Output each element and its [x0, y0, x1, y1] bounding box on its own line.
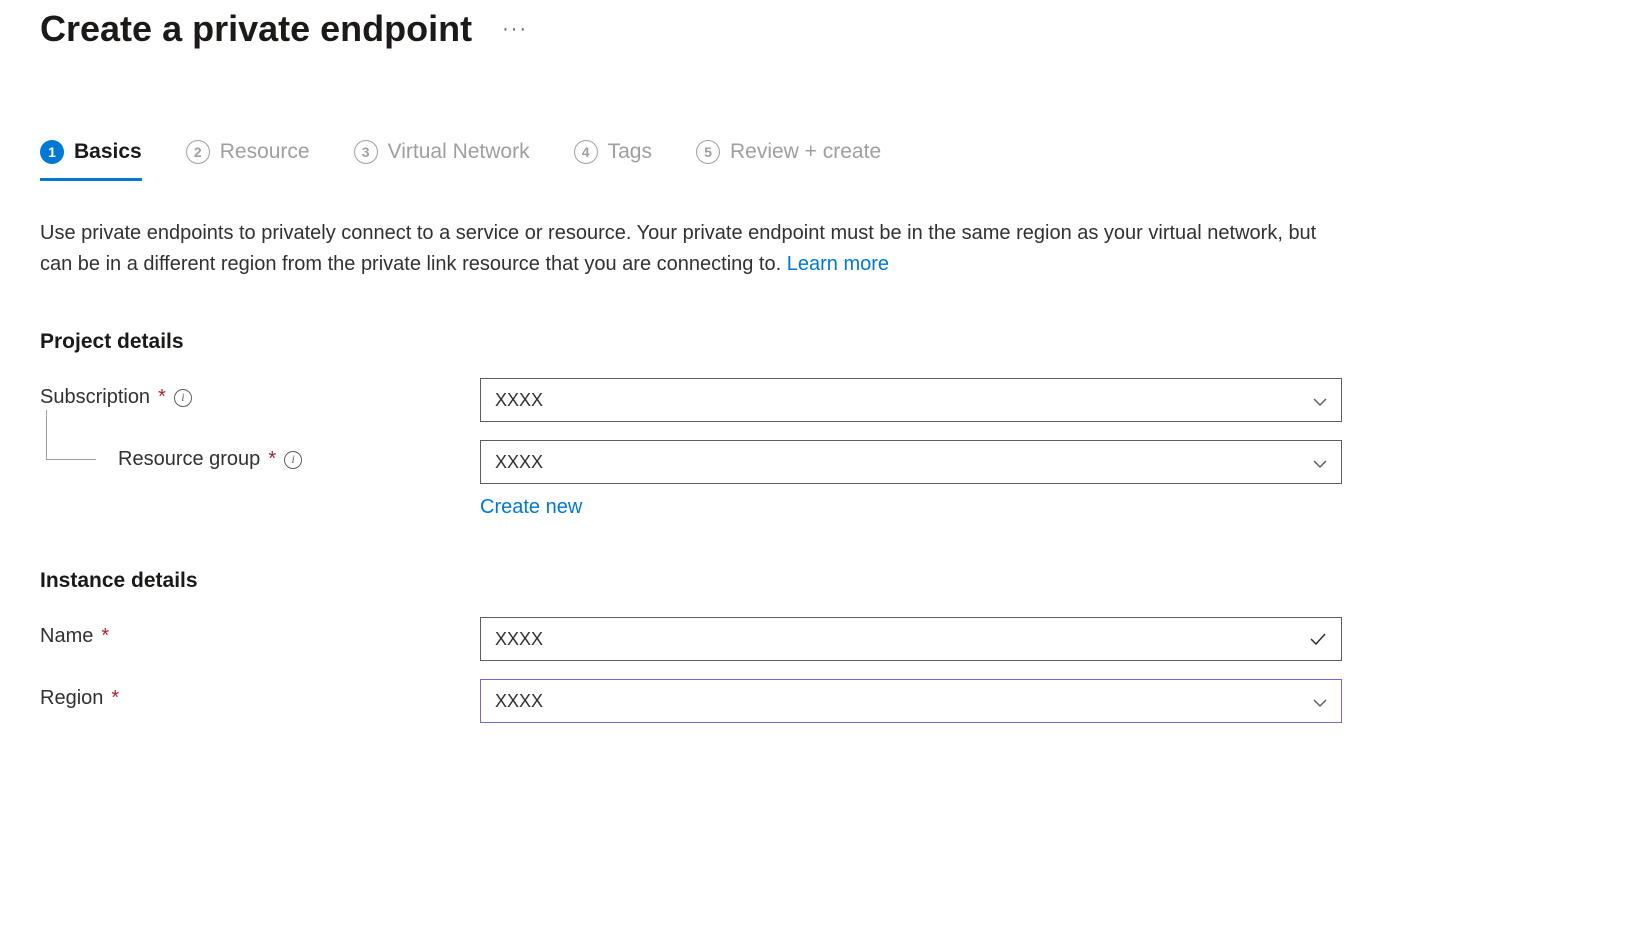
description-text: Use private endpoints to privately conne… — [40, 222, 1316, 275]
region-dropdown[interactable]: XXXX — [480, 679, 1342, 723]
label-text-resource-group: Resource group — [118, 448, 260, 471]
section-title-project-details: Project details — [40, 330, 1608, 354]
tab-virtual-network[interactable]: 3 Virtual Network — [354, 140, 530, 181]
check-icon — [1309, 630, 1327, 648]
page-title: Create a private endpoint — [40, 8, 472, 50]
create-new-resource-group-link[interactable]: Create new — [480, 496, 582, 519]
required-asterisk: * — [111, 687, 119, 710]
tab-label-tags: Tags — [608, 140, 652, 164]
resource-group-dropdown[interactable]: XXXX — [480, 440, 1342, 484]
label-text-region: Region — [40, 687, 103, 710]
label-text-subscription: Subscription — [40, 386, 150, 409]
tab-number-3: 3 — [354, 140, 378, 164]
tab-number-1: 1 — [40, 140, 64, 164]
chevron-down-icon — [1313, 455, 1327, 469]
label-name: Name * — [40, 617, 480, 648]
info-icon[interactable]: i — [284, 451, 302, 469]
required-asterisk: * — [158, 386, 166, 409]
label-text-name: Name — [40, 625, 93, 648]
tab-basics[interactable]: 1 Basics — [40, 140, 142, 181]
indent-connector — [46, 410, 96, 460]
tab-number-4: 4 — [574, 140, 598, 164]
tab-label-review-create: Review + create — [730, 140, 881, 164]
chevron-down-icon — [1313, 393, 1327, 407]
tab-review-create[interactable]: 5 Review + create — [696, 140, 881, 181]
form-row-resource-group: Resource group * i XXXX Create new — [40, 440, 1608, 519]
form-row-subscription: Subscription * i XXXX — [40, 378, 1608, 422]
subscription-dropdown[interactable]: XXXX — [480, 378, 1342, 422]
info-icon[interactable]: i — [174, 389, 192, 407]
tab-tags[interactable]: 4 Tags — [574, 140, 652, 181]
section-title-instance-details: Instance details — [40, 569, 1608, 593]
form-row-name: Name * XXXX — [40, 617, 1608, 661]
learn-more-link[interactable]: Learn more — [787, 253, 889, 275]
name-input[interactable]: XXXX — [480, 617, 1342, 661]
tab-resource[interactable]: 2 Resource — [186, 140, 310, 181]
label-subscription: Subscription * i — [40, 378, 480, 409]
more-options-icon[interactable]: ··· — [502, 18, 528, 41]
region-value: XXXX — [495, 691, 543, 712]
subscription-value: XXXX — [495, 390, 543, 411]
tab-number-2: 2 — [186, 140, 210, 164]
chevron-down-icon — [1313, 694, 1327, 708]
tab-label-basics: Basics — [74, 140, 142, 164]
label-region: Region * — [40, 679, 480, 710]
tab-label-virtual-network: Virtual Network — [388, 140, 530, 164]
page-header: Create a private endpoint ··· — [40, 0, 1608, 50]
name-value: XXXX — [495, 629, 543, 650]
required-asterisk: * — [268, 448, 276, 471]
tab-description: Use private endpoints to privately conne… — [40, 218, 1340, 280]
tab-number-5: 5 — [696, 140, 720, 164]
required-asterisk: * — [101, 625, 109, 648]
tab-label-resource: Resource — [220, 140, 310, 164]
wizard-tabs: 1 Basics 2 Resource 3 Virtual Network 4 … — [40, 140, 1608, 182]
form-row-region: Region * XXXX — [40, 679, 1608, 723]
label-resource-group: Resource group * i — [40, 440, 480, 471]
resource-group-value: XXXX — [495, 452, 543, 473]
